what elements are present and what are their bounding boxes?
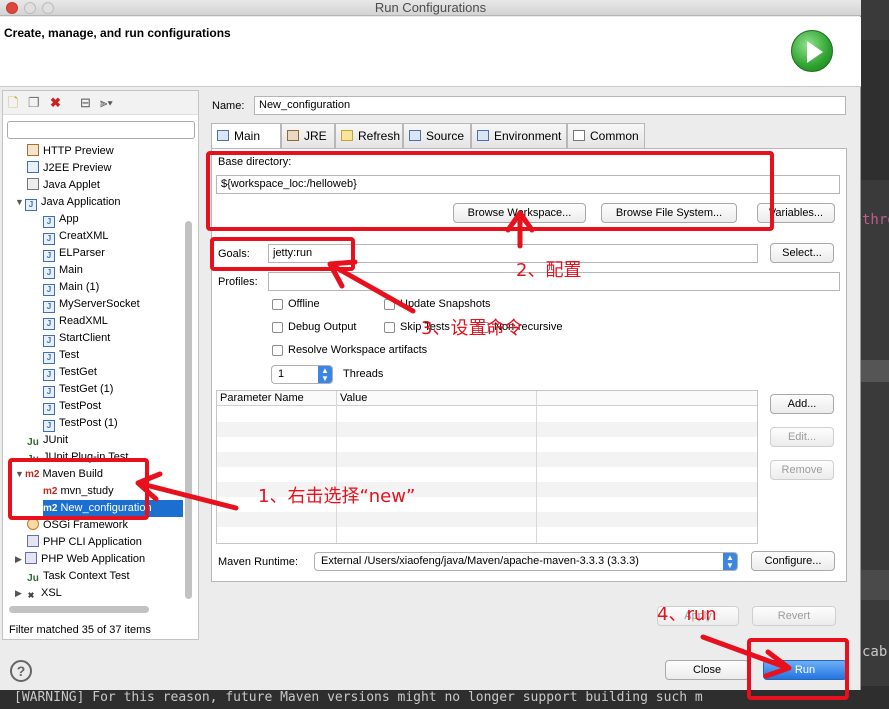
annotation-arrows bbox=[135, 210, 792, 679]
annotation-step-4: 4、run bbox=[657, 604, 717, 625]
annotation-step-1: 1、右击选择“new” bbox=[258, 486, 416, 507]
annotation-step-3: 3、设置命令 bbox=[421, 318, 523, 339]
annotation-step-2: 2、配置 bbox=[516, 260, 582, 281]
